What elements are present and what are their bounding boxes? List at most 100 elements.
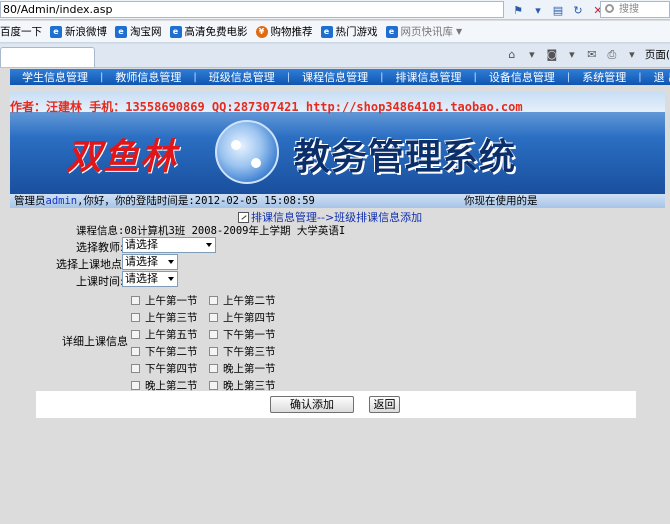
ie-icon: e	[115, 25, 127, 38]
period-checkbox[interactable]: 上午第一节	[131, 293, 198, 308]
favorite-link-webslices[interactable]: e 网页快讯库 ▼	[385, 24, 462, 39]
search-icon	[605, 4, 614, 13]
login-time: ,你好，你的登陆时间是:2012-02-05 15:08:59	[77, 195, 315, 207]
time-select[interactable]: 请选择	[122, 271, 178, 287]
nav-class[interactable]: 班级信息管理	[197, 69, 287, 85]
chevron-down-icon[interactable]: ▾	[525, 48, 539, 62]
room-select-value: 请选择	[125, 255, 158, 268]
home-icon[interactable]: ⌂	[505, 48, 519, 62]
checkbox-box[interactable]	[131, 330, 140, 339]
back-button[interactable]: 返回	[369, 396, 400, 413]
period-checkbox[interactable]: 晚上第一节	[209, 361, 276, 376]
checkbox-box[interactable]	[131, 296, 140, 305]
author-credit: 作者：汪建林 手机：13558690869 QQ:287307421 http:…	[10, 100, 523, 114]
period-checkbox[interactable]: 下午第二节	[131, 344, 198, 359]
shopping-icon: ¥	[255, 25, 268, 38]
compatibility-icon[interactable]: ⚑	[510, 2, 526, 18]
refresh-icon[interactable]: ↻	[570, 2, 586, 18]
favorite-label: 淘宝网	[130, 26, 162, 38]
nav-logout[interactable]: 退 出	[642, 69, 670, 85]
time-label: 上课时间:	[76, 275, 124, 288]
admin-username: admin	[45, 195, 78, 207]
search-input[interactable]: 搜搜	[600, 1, 670, 18]
nav-course[interactable]: 课程信息管理	[290, 69, 380, 85]
address-input[interactable]: 80/Admin/index.asp	[0, 1, 504, 18]
dropdown-icon[interactable]: ▾	[530, 2, 546, 18]
page-icon[interactable]: ▤	[550, 2, 566, 18]
favorite-link-games[interactable]: e 热门游戏	[320, 24, 378, 39]
browser-address-bar: 80/Admin/index.asp ⚑ ▾ ▤ ↻ ✕ 搜搜	[0, 0, 670, 20]
favorite-link-baidu[interactable]: 百度一下	[0, 24, 42, 39]
browser-info: 你现在使用的是	[464, 195, 538, 207]
ie-icon: e	[320, 25, 333, 38]
period-checkbox[interactable]: 上午第三节	[131, 310, 198, 325]
mail-icon[interactable]: ✉	[585, 48, 599, 62]
status-prefix: 管理员	[14, 195, 46, 207]
main-nav: 学生信息管理 | 教师信息管理 | 班级信息管理 | 课程信息管理 | 排课信息管理 | …	[10, 69, 670, 85]
site-banner: 作者：汪建林 手机：13558690869 QQ:287307421 http:…	[10, 92, 665, 194]
page-menu[interactable]: 页面(	[645, 47, 670, 62]
favorite-label: 网页快讯库	[400, 26, 454, 38]
banner-title: 教务管理系统	[294, 136, 517, 178]
favorite-link-movies[interactable]: e 高清免费电影	[169, 24, 248, 39]
checkbox-box[interactable]	[131, 313, 140, 322]
favorite-link-taobao[interactable]: e 淘宝网	[115, 24, 162, 39]
period-label: 下午第一节	[223, 329, 276, 341]
checkbox-box[interactable]	[131, 381, 140, 390]
teacher-select[interactable]: 请选择	[122, 237, 216, 253]
checkbox-box[interactable]	[209, 296, 218, 305]
rss-icon[interactable]: ◙	[545, 48, 559, 62]
period-checkbox[interactable]: 下午第三节	[209, 344, 276, 359]
checkbox-box[interactable]	[209, 330, 218, 339]
checkbox-box[interactable]	[131, 347, 140, 356]
nav-equipment[interactable]: 设备信息管理	[477, 69, 567, 85]
nav-schedule[interactable]: 排课信息管理	[384, 69, 474, 85]
period-label: 上午第二节	[223, 295, 276, 307]
checkbox-box[interactable]	[209, 381, 218, 390]
period-checkbox[interactable]: 上午第四节	[209, 310, 276, 325]
search-placeholder: 搜搜	[619, 4, 639, 15]
time-select-value: 请选择	[125, 272, 158, 285]
submit-button[interactable]: 确认添加	[270, 396, 354, 413]
favorite-label: 高清免费电影	[184, 26, 248, 38]
favorite-label: 百度一下	[0, 26, 42, 38]
teacher-label: 选择教师:	[76, 241, 124, 254]
ie-icon: e	[385, 25, 398, 38]
teacher-select-value: 请选择	[125, 238, 158, 251]
fish-logo-icon	[215, 120, 279, 184]
period-checkbox[interactable]: 下午第一节	[209, 327, 276, 342]
period-label: 上午第一节	[145, 295, 198, 307]
checkbox-box[interactable]	[209, 364, 218, 373]
print-icon[interactable]: ⎙	[605, 48, 619, 62]
checkbox-box[interactable]	[131, 364, 140, 373]
nav-teacher[interactable]: 教师信息管理	[103, 69, 193, 85]
period-label: 上午第三节	[145, 312, 198, 324]
nav-system[interactable]: 系统管理	[570, 69, 638, 85]
period-checkbox[interactable]: 下午第四节	[131, 361, 198, 376]
chevron-down-icon	[168, 277, 174, 281]
nav-student[interactable]: 学生信息管理	[10, 69, 100, 85]
favorites-bar: 百度一下 e 新浪微博 e 淘宝网 e 高清免费电影 ¥ 购物推荐 e 热门游戏 e 网页快…	[0, 21, 670, 43]
period-label: 晚上第一节	[223, 363, 276, 375]
room-label: 选择上课地点:	[56, 258, 126, 271]
login-status: 管理员admin,你好，你的登陆时间是:2012-02-05 15:08:59	[14, 194, 315, 208]
form-actions: 确认添加 返回	[36, 391, 636, 418]
period-checkbox[interactable]: 上午第二节	[209, 293, 276, 308]
favorite-link-shopping[interactable]: ¥ 购物推荐	[255, 24, 313, 39]
favorite-link-weibo[interactable]: e 新浪微博	[50, 24, 107, 39]
period-label: 下午第四节	[145, 363, 198, 375]
course-info: 课程信息:08计算机3班 2008-2009年上学期 大学英语I	[76, 225, 346, 237]
checkbox-box[interactable]	[209, 313, 218, 322]
period-label: 下午第三节	[223, 346, 276, 358]
chevron-down-icon[interactable]: ▾	[625, 48, 639, 62]
banner-logo-text: 双鱼林	[66, 136, 178, 178]
tab-bar: ⌂ ▾ ◙ ▾ ✉ ⎙ ▾ 页面(	[0, 44, 670, 68]
checkbox-box[interactable]	[209, 347, 218, 356]
ie-icon: e	[50, 25, 62, 38]
browser-tab[interactable]	[0, 47, 95, 67]
room-select[interactable]: 请选择	[122, 254, 178, 270]
period-checkbox[interactable]: 上午第五节	[131, 327, 198, 342]
edit-icon	[238, 211, 249, 223]
favorite-label: 新浪微博	[65, 26, 107, 38]
chevron-down-icon[interactable]: ▾	[565, 48, 579, 62]
